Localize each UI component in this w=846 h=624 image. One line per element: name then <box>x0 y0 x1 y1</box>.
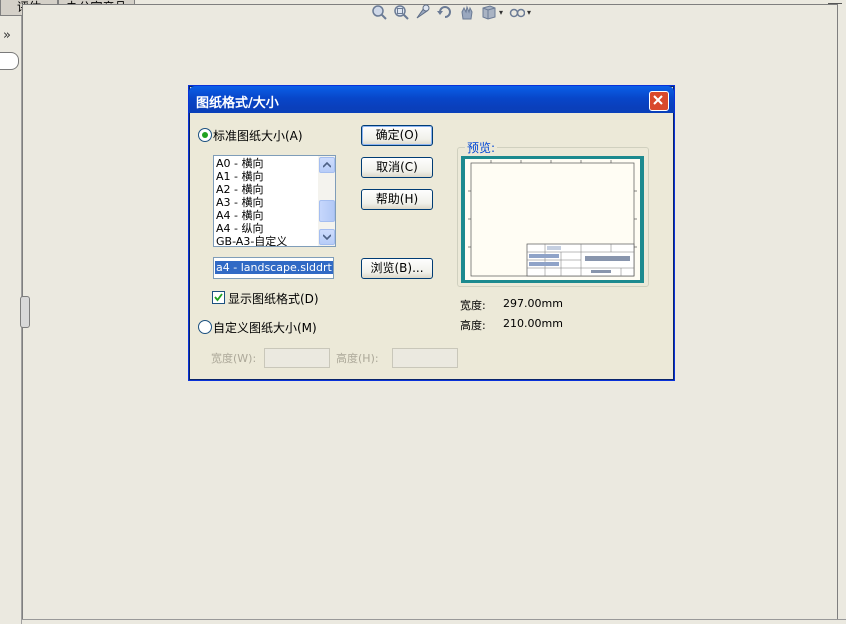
bottom-divider <box>22 619 846 620</box>
dropdown-arrow-icon[interactable]: ▾ <box>499 8 503 17</box>
template-file-field[interactable]: a4 - landscape.slddrt <box>213 257 334 279</box>
standard-size-radio[interactable] <box>198 128 212 142</box>
dropdown-arrow-icon[interactable]: ▾ <box>527 8 531 17</box>
preview-label: 预览: <box>465 139 498 156</box>
dialog-titlebar[interactable]: 图纸格式/大小 <box>189 86 674 113</box>
rotate-icon[interactable] <box>437 4 453 20</box>
left-panel-strip: » <box>0 16 22 624</box>
canvas-corner-marker <box>828 3 842 10</box>
view-toolbar: ▾ ▾ <box>371 2 531 22</box>
width-input[interactable] <box>264 348 330 368</box>
zoom-to-fit-icon[interactable] <box>371 4 387 20</box>
panel-resize-handle[interactable] <box>20 296 30 328</box>
dialog-body: 标准图纸大小(A) A0 - 横向 A1 - 横向 A2 - 横向 A3 - 横… <box>192 113 671 377</box>
checkmark-icon <box>214 293 223 302</box>
list-item[interactable]: A3 - 横向 <box>216 196 316 209</box>
chevron-down-icon <box>323 234 331 240</box>
scroll-down-button[interactable] <box>319 229 335 245</box>
preview-height-label: 高度: <box>460 319 486 332</box>
close-button[interactable] <box>649 91 669 111</box>
width-label: 宽度(W): <box>211 352 257 365</box>
zoom-area-icon[interactable] <box>393 4 409 20</box>
scroll-thumb[interactable] <box>319 200 335 222</box>
help-button[interactable]: 帮助(H) <box>361 189 433 210</box>
ok-button[interactable]: 确定(O) <box>361 125 433 146</box>
preview-width-value: 297.00mm <box>503 297 563 310</box>
chevron-up-icon <box>323 162 331 168</box>
custom-size-radio[interactable] <box>198 320 212 334</box>
cancel-button[interactable]: 取消(C) <box>361 157 433 178</box>
expand-panel-icon[interactable]: » <box>3 28 11 43</box>
list-item[interactable]: A1 - 横向 <box>216 170 316 183</box>
height-label: 高度(H): <box>336 352 379 365</box>
scroll-up-button[interactable] <box>319 157 335 173</box>
list-item[interactable]: A4 - 横向 <box>216 209 316 222</box>
list-item[interactable]: A2 - 横向 <box>216 183 316 196</box>
show-format-checkbox[interactable] <box>212 291 225 304</box>
close-icon <box>653 95 663 105</box>
browse-button[interactable]: 浏览(B)... <box>361 258 433 279</box>
list-scrollbar[interactable] <box>318 156 335 246</box>
display-style-icon[interactable] <box>481 4 497 20</box>
panel-tab[interactable] <box>0 52 19 70</box>
height-input[interactable] <box>392 348 458 368</box>
sheet-format-dialog: 图纸格式/大小 标准图纸大小(A) A0 - 横向 A1 - 横向 A2 - 横… <box>188 85 675 381</box>
custom-size-label: 自定义图纸大小(M) <box>213 321 317 335</box>
view-settings-icon[interactable] <box>509 4 526 20</box>
list-item[interactable]: A0 - 横向 <box>216 157 316 170</box>
paper-size-list[interactable]: A0 - 横向 A1 - 横向 A2 - 横向 A3 - 横向 A4 - 横向 … <box>213 155 336 247</box>
pan-icon[interactable] <box>459 4 475 20</box>
sheet-preview-image <box>461 156 644 286</box>
preview-height-value: 210.00mm <box>503 317 563 330</box>
standard-size-label: 标准图纸大小(A) <box>213 129 303 143</box>
zoom-select-icon[interactable] <box>415 4 431 20</box>
show-format-label: 显示图纸格式(D) <box>228 292 319 306</box>
dialog-title: 图纸格式/大小 <box>196 96 279 111</box>
template-file-value: a4 - landscape.slddrt <box>215 261 333 274</box>
list-item[interactable]: A4 - 纵向 <box>216 222 316 235</box>
preview-width-label: 宽度: <box>460 299 486 312</box>
list-item[interactable]: GB-A3-自定义 <box>216 235 316 246</box>
